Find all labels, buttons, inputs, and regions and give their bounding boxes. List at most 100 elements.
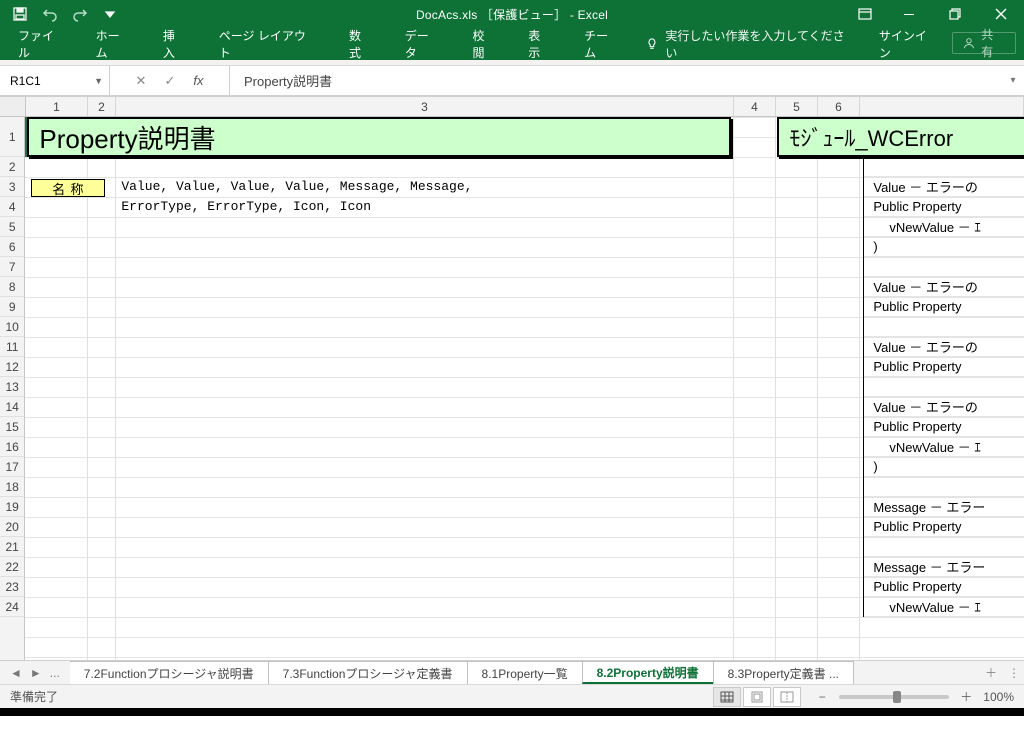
- view-page-break[interactable]: [773, 687, 801, 707]
- row-header-16[interactable]: 16: [0, 437, 24, 457]
- sheet-tab-7-2[interactable]: 7.2Functionプロシージャ説明書: [70, 661, 269, 684]
- zoom-out-button[interactable]: −: [815, 690, 829, 704]
- col-header-1[interactable]: 1: [26, 97, 88, 116]
- right-col-line[interactable]: Public Property: [863, 357, 1024, 377]
- sheet-overflow-button[interactable]: ⋮: [1004, 661, 1024, 684]
- restore-button[interactable]: [932, 0, 978, 28]
- field-name-label[interactable]: 名 称: [31, 179, 105, 197]
- right-col-line[interactable]: [863, 537, 1024, 557]
- tab-view[interactable]: 表示: [512, 28, 568, 60]
- view-page-layout[interactable]: [743, 687, 771, 707]
- right-col-line[interactable]: vNewValue － ｴ: [863, 437, 1024, 457]
- right-col-line[interactable]: Value － エラーの: [863, 277, 1024, 297]
- sign-in-link[interactable]: サインイン: [865, 28, 952, 60]
- minimize-button[interactable]: [886, 0, 932, 28]
- row-header-8[interactable]: 8: [0, 277, 24, 297]
- tab-file[interactable]: ファイル: [4, 28, 80, 60]
- sheet-nav-ellipsis[interactable]: ...: [50, 666, 60, 680]
- row-header-17[interactable]: 17: [0, 457, 24, 477]
- col-header-3[interactable]: 3: [116, 97, 734, 116]
- row-header-13[interactable]: 13: [0, 377, 24, 397]
- row-header-3[interactable]: 3: [0, 177, 24, 197]
- body-line-1[interactable]: Value, Value, Value, Value, Message, Mes…: [121, 179, 472, 194]
- row-header-6[interactable]: 6: [0, 237, 24, 257]
- view-normal[interactable]: [713, 687, 741, 707]
- right-col-line[interactable]: [863, 257, 1024, 277]
- sheet-tab-8-3[interactable]: 8.3Property定義書 ...: [713, 661, 854, 684]
- tab-page-layout[interactable]: ページ レイアウト: [203, 28, 333, 60]
- close-button[interactable]: [978, 0, 1024, 28]
- right-col-line[interactable]: [863, 157, 1024, 177]
- right-col-line[interactable]: ): [863, 237, 1024, 257]
- module-title-cell[interactable]: ﾓｼﾞｭｰﾙ_WCError: [777, 117, 1024, 157]
- col-header-4[interactable]: 4: [734, 97, 776, 116]
- right-col-line[interactable]: Message － エラー: [863, 557, 1024, 577]
- undo-icon[interactable]: [42, 6, 58, 22]
- row-header-5[interactable]: 5: [0, 217, 24, 237]
- enter-formula-button[interactable]: ✓: [164, 73, 175, 89]
- sheet-title-cell[interactable]: Property説明書: [27, 117, 731, 157]
- tab-formulas[interactable]: 数式: [333, 28, 389, 60]
- row-header-22[interactable]: 22: [0, 557, 24, 577]
- row-header-20[interactable]: 20: [0, 517, 24, 537]
- select-all-button[interactable]: [0, 97, 26, 116]
- row-header-21[interactable]: 21: [0, 537, 24, 557]
- right-col-line[interactable]: ): [863, 457, 1024, 477]
- row-header-24[interactable]: 24: [0, 597, 24, 617]
- right-col-line[interactable]: Value － エラーの: [863, 397, 1024, 417]
- right-col-line[interactable]: vNewValue － ｴ: [863, 597, 1024, 617]
- name-box[interactable]: R1C1 ▼: [0, 66, 110, 95]
- zoom-slider[interactable]: [839, 695, 949, 699]
- row-header-1[interactable]: 1: [0, 117, 24, 157]
- tab-review[interactable]: 校閲: [456, 28, 512, 60]
- right-col-line[interactable]: [863, 317, 1024, 337]
- zoom-level[interactable]: 100%: [983, 690, 1014, 704]
- right-col-line[interactable]: vNewValue － ｴ: [863, 217, 1024, 237]
- col-header-5[interactable]: 5: [776, 97, 818, 116]
- row-header-10[interactable]: 10: [0, 317, 24, 337]
- sheet-tab-8-1[interactable]: 8.1Property一覧: [467, 661, 583, 684]
- right-col-line[interactable]: Public Property: [863, 197, 1024, 217]
- insert-function-button[interactable]: fx: [193, 73, 203, 88]
- chevron-down-icon[interactable]: ▼: [94, 76, 103, 86]
- right-col-line[interactable]: [863, 477, 1024, 497]
- cancel-formula-button[interactable]: ✕: [136, 73, 147, 89]
- right-col-line[interactable]: Public Property: [863, 297, 1024, 317]
- tab-team[interactable]: チーム: [568, 28, 635, 60]
- right-col-line[interactable]: Public Property: [863, 517, 1024, 537]
- right-col-line[interactable]: Public Property: [863, 417, 1024, 437]
- row-header-2[interactable]: 2: [0, 157, 24, 177]
- tab-insert[interactable]: 挿入: [147, 28, 203, 60]
- save-icon[interactable]: [12, 6, 28, 22]
- zoom-slider-thumb[interactable]: [893, 691, 901, 703]
- tell-me-box[interactable]: 実行したい作業を入力してください: [635, 28, 864, 60]
- row-header-23[interactable]: 23: [0, 577, 24, 597]
- tab-data[interactable]: データ: [389, 28, 457, 60]
- new-sheet-button[interactable]: ＋: [978, 661, 1004, 684]
- sheet-nav-prev[interactable]: ◄: [10, 666, 22, 680]
- tab-home[interactable]: ホーム: [80, 28, 147, 60]
- sheet-nav-next[interactable]: ►: [30, 666, 42, 680]
- share-button[interactable]: 共有: [952, 32, 1016, 54]
- right-col-line[interactable]: [863, 377, 1024, 397]
- right-col-line[interactable]: Public Property: [863, 577, 1024, 597]
- cells-canvas[interactable]: Property説明書 ﾓｼﾞｭｰﾙ_WCError 名 称 Value, Va…: [25, 117, 1024, 660]
- sheet-tab-7-3[interactable]: 7.3Functionプロシージャ定義書: [268, 661, 468, 684]
- row-header-19[interactable]: 19: [0, 497, 24, 517]
- expand-formula-bar[interactable]: ▾: [1002, 66, 1024, 95]
- row-header-4[interactable]: 4: [0, 197, 24, 217]
- redo-icon[interactable]: [72, 6, 88, 22]
- row-header-9[interactable]: 9: [0, 297, 24, 317]
- row-header-12[interactable]: 12: [0, 357, 24, 377]
- col-header-2[interactable]: 2: [88, 97, 116, 116]
- grid-body[interactable]: 123456789101112131415161718192021222324 …: [0, 117, 1024, 660]
- customize-qat-icon[interactable]: [102, 6, 118, 22]
- zoom-in-button[interactable]: ＋: [959, 688, 973, 705]
- row-header-14[interactable]: 14: [0, 397, 24, 417]
- row-header-11[interactable]: 11: [0, 337, 24, 357]
- body-line-2[interactable]: ErrorType, ErrorType, Icon, Icon: [121, 199, 371, 214]
- ribbon-options-button[interactable]: [840, 0, 886, 28]
- right-col-line[interactable]: Value － エラーの: [863, 337, 1024, 357]
- right-col-line[interactable]: Message － エラー: [863, 497, 1024, 517]
- row-header-7[interactable]: 7: [0, 257, 24, 277]
